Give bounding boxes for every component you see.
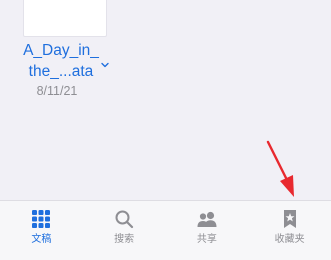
file-name-line-1: A_Day_in_ xyxy=(23,42,99,59)
chevron-down-icon[interactable] xyxy=(100,60,110,70)
tab-search[interactable]: 搜索 xyxy=(83,201,166,260)
bookmark-star-icon xyxy=(283,210,296,228)
people-icon xyxy=(197,211,217,227)
tab-shared[interactable]: 共享 xyxy=(166,201,249,260)
tab-bar: 文稿 搜索 共享 收藏夹 xyxy=(0,200,331,260)
tab-documents-label: 文稿 xyxy=(31,234,52,245)
tab-favorites[interactable]: 收藏夹 xyxy=(248,201,331,260)
tab-search-label: 搜索 xyxy=(114,234,135,245)
tab-documents[interactable]: 文稿 xyxy=(0,201,83,260)
tab-shared-label: 共享 xyxy=(196,234,217,245)
grid-icon xyxy=(32,210,51,228)
search-icon xyxy=(115,210,134,229)
file-date: 8/11/21 xyxy=(36,84,78,98)
file-thumbnail[interactable] xyxy=(23,0,107,37)
tab-favorites-label: 收藏夹 xyxy=(274,234,305,245)
